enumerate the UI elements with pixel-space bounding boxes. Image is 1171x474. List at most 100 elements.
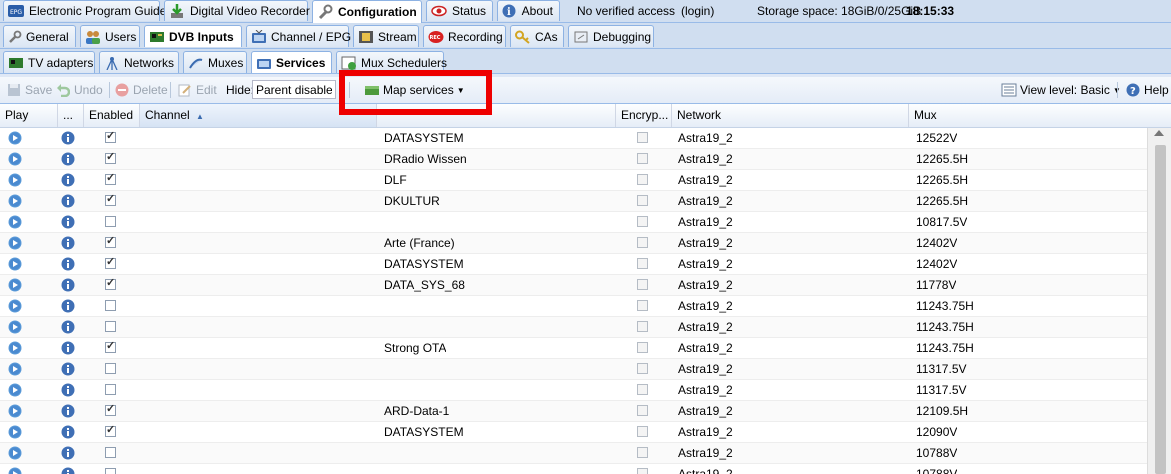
enabled-checkbox[interactable] bbox=[105, 447, 116, 458]
info-icon[interactable] bbox=[61, 194, 75, 208]
tab-status[interactable]: Status bbox=[426, 0, 493, 21]
info-icon[interactable] bbox=[61, 236, 75, 250]
play-icon[interactable] bbox=[8, 299, 22, 313]
play-icon[interactable] bbox=[8, 320, 22, 334]
table-row[interactable]: Astra19_2 10788V bbox=[0, 443, 1147, 464]
tab-channel-epg[interactable]: Channel / EPG bbox=[246, 25, 351, 47]
scroll-thumb[interactable] bbox=[1155, 145, 1166, 474]
info-icon[interactable] bbox=[61, 131, 75, 145]
info-icon[interactable] bbox=[61, 152, 75, 166]
enabled-checkbox[interactable] bbox=[105, 216, 116, 227]
column-encrypted[interactable]: Encryp... bbox=[616, 104, 672, 127]
tab-dvr[interactable]: Digital Video Recorder bbox=[164, 0, 310, 21]
column-play[interactable]: Play bbox=[0, 104, 58, 127]
hide-select[interactable] bbox=[252, 80, 336, 99]
table-row[interactable]: Arte (France) Astra19_2 12402V bbox=[0, 233, 1147, 254]
info-icon[interactable] bbox=[61, 320, 75, 334]
enabled-checkbox[interactable] bbox=[105, 129, 116, 143]
column-network[interactable]: Network bbox=[672, 104, 909, 127]
enabled-checkbox[interactable] bbox=[105, 300, 116, 311]
scroll-up-arrow[interactable] bbox=[1154, 130, 1164, 136]
play-icon[interactable] bbox=[8, 404, 22, 418]
tab-cas[interactable]: CAs bbox=[510, 25, 564, 47]
enabled-checkbox[interactable] bbox=[105, 363, 116, 374]
tab-general[interactable]: General bbox=[3, 25, 76, 47]
info-icon[interactable] bbox=[61, 215, 75, 229]
enabled-checkbox[interactable] bbox=[105, 468, 116, 474]
table-row[interactable]: DKULTUR Astra19_2 12265.5H bbox=[0, 191, 1147, 212]
enabled-checkbox[interactable] bbox=[105, 339, 116, 353]
table-row[interactable]: Astra19_2 11243.75H bbox=[0, 296, 1147, 317]
vertical-scrollbar[interactable] bbox=[1147, 128, 1171, 474]
enabled-checkbox[interactable] bbox=[105, 171, 116, 185]
save-button[interactable]: Save bbox=[6, 81, 52, 99]
play-icon[interactable] bbox=[8, 194, 22, 208]
tab-stream[interactable]: Stream bbox=[353, 25, 419, 47]
table-row[interactable]: DATASYSTEM Astra19_2 12402V bbox=[0, 254, 1147, 275]
enabled-checkbox[interactable] bbox=[105, 321, 116, 332]
enabled-checkbox[interactable] bbox=[105, 150, 116, 164]
enabled-checkbox[interactable] bbox=[105, 423, 116, 437]
tab-recording[interactable]: REC Recording bbox=[423, 25, 506, 47]
play-icon[interactable] bbox=[8, 236, 22, 250]
play-icon[interactable] bbox=[8, 446, 22, 460]
info-icon[interactable] bbox=[61, 341, 75, 355]
table-row[interactable]: Astra19_2 11317.5V bbox=[0, 359, 1147, 380]
column-more[interactable]: ... bbox=[58, 104, 84, 127]
play-icon[interactable] bbox=[8, 467, 22, 474]
tab-epg[interactable]: EPG Electronic Program Guide bbox=[3, 0, 166, 21]
play-icon[interactable] bbox=[8, 173, 22, 187]
table-row[interactable]: DLF Astra19_2 12265.5H bbox=[0, 170, 1147, 191]
tab-muxes[interactable]: Muxes bbox=[183, 51, 247, 73]
tab-services[interactable]: Services bbox=[251, 51, 332, 73]
column-enabled[interactable]: Enabled bbox=[84, 104, 140, 127]
login-link[interactable]: (login) bbox=[681, 4, 714, 18]
table-row[interactable]: Astra19_2 11317.5V bbox=[0, 380, 1147, 401]
table-row[interactable]: Astra19_2 10788V bbox=[0, 464, 1147, 474]
enabled-checkbox[interactable] bbox=[105, 384, 116, 395]
play-icon[interactable] bbox=[8, 362, 22, 376]
table-row[interactable]: Astra19_2 11243.75H bbox=[0, 317, 1147, 338]
info-icon[interactable] bbox=[61, 404, 75, 418]
undo-button[interactable]: Undo bbox=[55, 81, 103, 99]
info-icon[interactable] bbox=[61, 425, 75, 439]
view-level-button[interactable]: View level: Basic ▼ bbox=[1001, 81, 1121, 99]
play-icon[interactable] bbox=[8, 131, 22, 145]
table-row[interactable]: ARD-Data-1 Astra19_2 12109.5H bbox=[0, 401, 1147, 422]
tab-about[interactable]: i About bbox=[497, 0, 560, 21]
info-icon[interactable] bbox=[61, 383, 75, 397]
info-icon[interactable] bbox=[61, 173, 75, 187]
column-mux[interactable]: Mux bbox=[909, 104, 1171, 127]
table-row[interactable]: Strong OTA Astra19_2 11243.75H bbox=[0, 338, 1147, 359]
info-icon[interactable] bbox=[61, 362, 75, 376]
info-icon[interactable] bbox=[61, 446, 75, 460]
enabled-checkbox[interactable] bbox=[105, 234, 116, 248]
table-row[interactable]: DATA_SYS_68 Astra19_2 11778V bbox=[0, 275, 1147, 296]
tab-users[interactable]: Users bbox=[80, 25, 140, 47]
table-row[interactable]: DRadio Wissen Astra19_2 12265.5H bbox=[0, 149, 1147, 170]
play-icon[interactable] bbox=[8, 383, 22, 397]
play-icon[interactable] bbox=[8, 215, 22, 229]
info-icon[interactable] bbox=[61, 467, 75, 474]
enabled-checkbox[interactable] bbox=[105, 192, 116, 206]
tab-dvb-inputs[interactable]: DVB Inputs bbox=[144, 25, 242, 47]
tab-configuration[interactable]: Configuration bbox=[312, 0, 422, 23]
play-icon[interactable] bbox=[8, 341, 22, 355]
enabled-checkbox[interactable] bbox=[105, 255, 116, 269]
info-icon[interactable] bbox=[61, 257, 75, 271]
table-row[interactable]: DATASYSTEM Astra19_2 12522V bbox=[0, 128, 1147, 149]
table-row[interactable]: DATASYSTEM Astra19_2 12090V bbox=[0, 422, 1147, 443]
play-icon[interactable] bbox=[8, 425, 22, 439]
enabled-checkbox[interactable] bbox=[105, 276, 116, 290]
help-button[interactable]: ? Help bbox=[1125, 81, 1169, 99]
table-row[interactable]: Astra19_2 10817.5V bbox=[0, 212, 1147, 233]
delete-button[interactable]: Delete bbox=[114, 81, 168, 99]
play-icon[interactable] bbox=[8, 278, 22, 292]
enabled-checkbox[interactable] bbox=[105, 402, 116, 416]
play-icon[interactable] bbox=[8, 257, 22, 271]
edit-button[interactable]: Edit bbox=[177, 81, 217, 99]
info-icon[interactable] bbox=[61, 299, 75, 313]
play-icon[interactable] bbox=[8, 152, 22, 166]
tab-debugging[interactable]: Debugging bbox=[568, 25, 654, 47]
info-icon[interactable] bbox=[61, 278, 75, 292]
